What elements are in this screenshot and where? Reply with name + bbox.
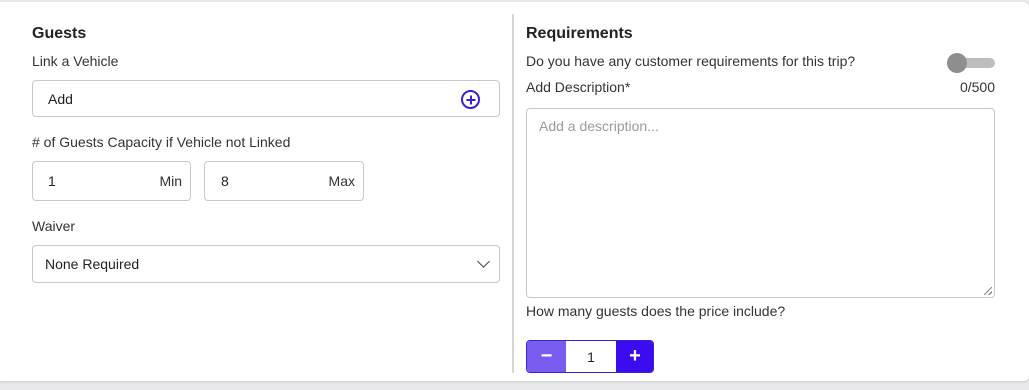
requirements-question: Do you have any customer requirements fo… — [526, 53, 856, 69]
increment-button[interactable]: + — [616, 341, 653, 372]
add-circle-icon[interactable] — [461, 90, 480, 109]
requirements-heading: Requirements — [526, 25, 633, 42]
link-vehicle-field[interactable]: Add — [32, 80, 500, 117]
waiver-label: Waiver — [32, 218, 76, 234]
max-guests-value: 8 — [221, 173, 229, 189]
trip-settings-card: Guests Link a Vehicle Add # of Guests Ca… — [0, 2, 1029, 381]
min-guests-input[interactable]: 1 Min — [32, 161, 191, 201]
link-vehicle-label: Link a Vehicle — [32, 53, 119, 69]
guests-heading: Guests — [32, 25, 87, 42]
chevron-down-icon — [477, 255, 490, 268]
max-suffix: Max — [328, 173, 355, 189]
max-guests-input[interactable]: 8 Max — [204, 161, 364, 201]
waiver-value: None Required — [45, 256, 140, 272]
min-suffix: Min — [159, 173, 182, 189]
resize-handle-icon[interactable] — [984, 287, 992, 295]
description-textarea[interactable]: Add a description... — [526, 108, 995, 298]
toggle-knob — [947, 53, 967, 73]
description-placeholder: Add a description... — [539, 118, 659, 134]
column-divider — [512, 14, 514, 373]
char-counter: 0/500 — [959, 79, 995, 95]
capacity-label: # of Guests Capacity if Vehicle not Link… — [32, 134, 291, 150]
link-vehicle-value: Add — [48, 91, 73, 107]
decrement-button[interactable]: − — [527, 341, 566, 372]
requirements-toggle[interactable] — [947, 53, 995, 73]
description-label: Add Description* — [526, 79, 631, 95]
price-guests-label: How many guests does the price include? — [526, 303, 786, 319]
price-guests-value[interactable]: 1 — [566, 341, 616, 372]
min-guests-value: 1 — [48, 173, 56, 189]
price-guests-stepper: − 1 + — [526, 340, 654, 373]
waiver-select[interactable]: None Required — [32, 245, 500, 283]
